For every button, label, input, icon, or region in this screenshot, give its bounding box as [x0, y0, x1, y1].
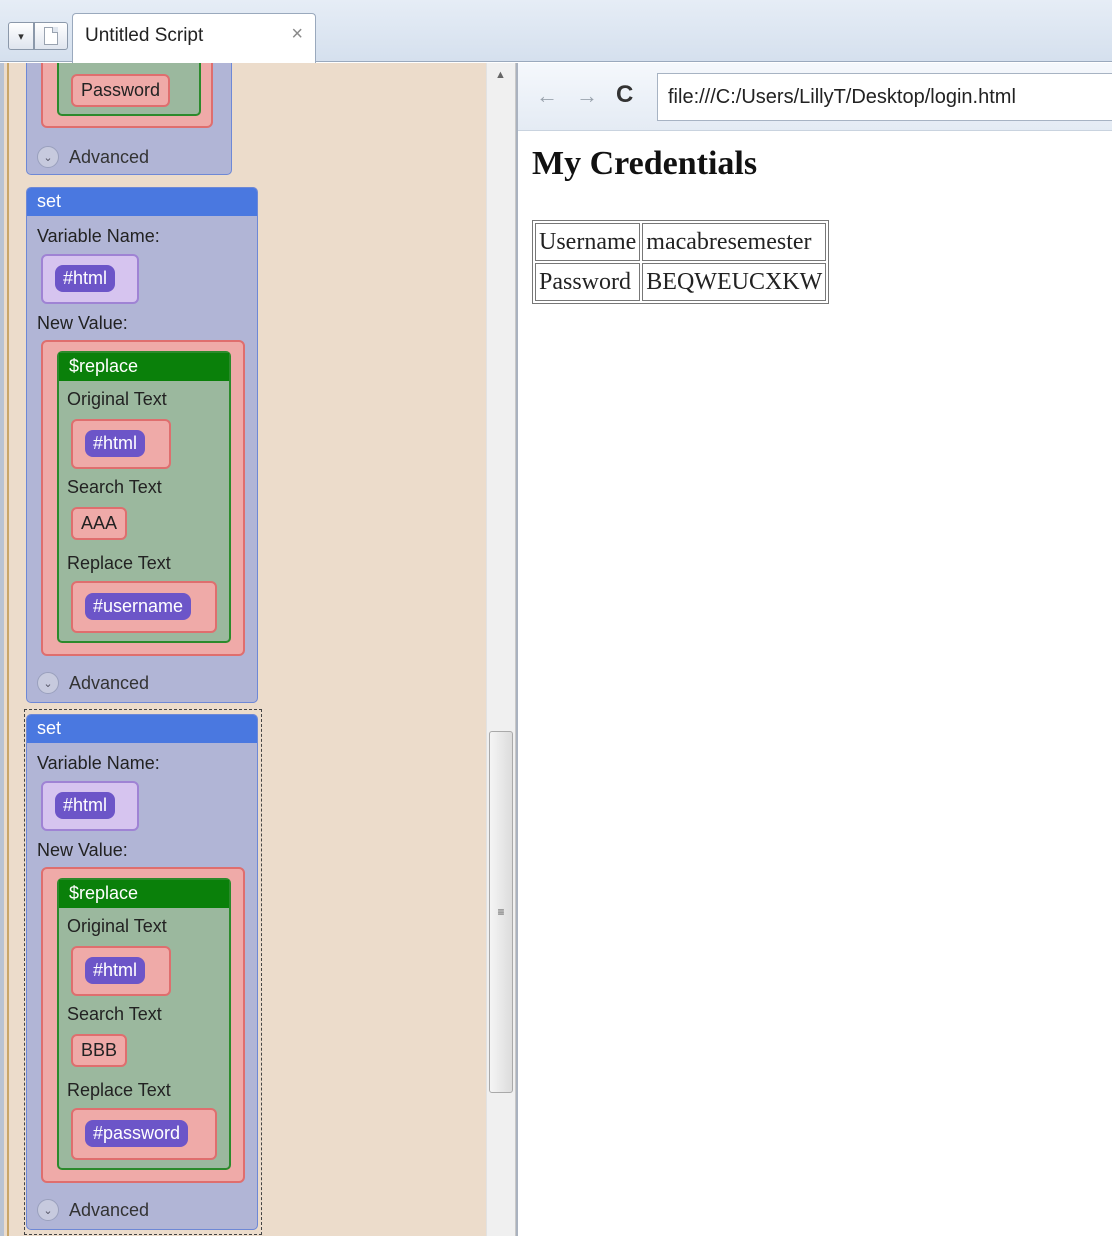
address-bar[interactable]: [657, 73, 1112, 121]
close-icon[interactable]: ×: [291, 23, 303, 46]
advanced-toggle[interactable]: ⌄ Advanced: [37, 672, 149, 694]
advanced-toggle[interactable]: ⌄ Advanced: [37, 146, 149, 168]
replace-block-header: $replace: [59, 880, 229, 908]
new-value-label: New Value:: [37, 840, 128, 860]
variable-pill[interactable]: #username: [85, 593, 192, 620]
title-bar: ▾ Untitled Script ×: [0, 0, 1112, 63]
replace-text-label: Replace Text: [67, 553, 171, 573]
original-text-label: Original Text: [67, 916, 167, 936]
tab-untitled-script[interactable]: Untitled Script ×: [72, 13, 316, 63]
chevron-down-icon: ⌄: [37, 146, 59, 168]
grip-icon: ≡: [497, 905, 505, 919]
scrollbar-thumb[interactable]: ≡: [489, 731, 513, 1093]
advanced-label: Advanced: [69, 672, 150, 693]
variable-pill[interactable]: #html: [55, 265, 116, 292]
browser-toolbar: ← → C: [518, 63, 1112, 131]
new-value-label: New Value:: [37, 313, 128, 333]
table-cell-value: macabresemester: [642, 223, 827, 261]
variable-name-label: Variable Name:: [37, 753, 160, 773]
advanced-toggle[interactable]: ⌄ Advanced: [37, 1199, 149, 1221]
set-block[interactable]: set Variable Name: #html New Value: $rep…: [26, 714, 258, 1230]
advanced-label: Advanced: [69, 1199, 150, 1220]
variable-slot[interactable]: #html: [41, 781, 139, 831]
table-cell-value: BEQWEUCXKW: [642, 263, 827, 301]
variable-pill[interactable]: #html: [55, 792, 116, 819]
original-text-label: Original Text: [67, 389, 167, 409]
text-chip-password[interactable]: Password: [71, 74, 171, 107]
credentials-table: Username macabresemester Password BEQWEU…: [532, 220, 830, 304]
new-document-button[interactable]: [34, 22, 68, 50]
set-block[interactable]: set Variable Name: #html New Value: $rep…: [26, 187, 258, 703]
back-arrow-icon[interactable]: ←: [536, 83, 558, 109]
forward-arrow-icon[interactable]: →: [576, 83, 598, 109]
page-title: My Credentials: [532, 145, 758, 182]
search-text-label: Search Text: [67, 1004, 162, 1024]
chevron-down-icon: ⌄: [37, 672, 59, 694]
variable-slot[interactable]: #html: [41, 254, 139, 304]
scroll-up-arrow-icon[interactable]: ▲: [495, 69, 506, 81]
replace-text-slot[interactable]: #username: [71, 581, 217, 633]
new-value-slot[interactable]: $replace Original Text #html Search Text…: [41, 867, 245, 1183]
set-block-header: set: [27, 188, 257, 216]
reload-icon[interactable]: C: [616, 81, 633, 109]
replace-text-slot[interactable]: #password: [71, 1108, 217, 1160]
tab-title: Untitled Script: [85, 25, 204, 46]
variable-pill[interactable]: #password: [85, 1120, 189, 1147]
chevron-down-icon: ⌄: [37, 1199, 59, 1221]
table-cell-label: Password: [535, 263, 641, 301]
table-row: Password BEQWEUCXKW: [535, 263, 827, 301]
browser-pane: ← → C My Credentials Username macabresem…: [518, 63, 1112, 1236]
vertical-scrollbar[interactable]: ▲ ≡: [486, 63, 516, 1236]
table-cell-label: Username: [535, 223, 641, 261]
search-text-chip[interactable]: AAA: [71, 507, 128, 540]
new-value-slot[interactable]: $replace Original Text #html Search Text…: [41, 340, 245, 656]
advanced-label: Advanced: [69, 146, 150, 167]
replace-block[interactable]: $replace Original Text #html Search Text…: [57, 351, 231, 643]
search-text-label: Search Text: [67, 477, 162, 497]
search-text-chip[interactable]: BBB: [71, 1034, 128, 1067]
original-text-slot[interactable]: #html: [71, 419, 171, 469]
set-block-header: set: [27, 715, 257, 743]
document-icon: [44, 27, 58, 45]
script-editor-panel[interactable]: Password ⌄ Advanced set Variable Name: #…: [0, 63, 486, 1236]
replace-text-label: Replace Text: [67, 1080, 171, 1100]
variable-pill[interactable]: #html: [85, 957, 146, 984]
set-block-partial[interactable]: Password ⌄ Advanced: [26, 63, 232, 175]
replace-block[interactable]: $replace Original Text #html Search Text…: [57, 878, 231, 1170]
replace-block-header: $replace: [59, 353, 229, 381]
variable-name-label: Variable Name:: [37, 226, 160, 246]
variable-pill[interactable]: #html: [85, 430, 146, 457]
original-text-slot[interactable]: #html: [71, 946, 171, 996]
chevron-down-icon: ▾: [18, 30, 24, 43]
menu-dropdown-button[interactable]: ▾: [8, 22, 34, 50]
table-row: Username macabresemester: [535, 223, 827, 261]
